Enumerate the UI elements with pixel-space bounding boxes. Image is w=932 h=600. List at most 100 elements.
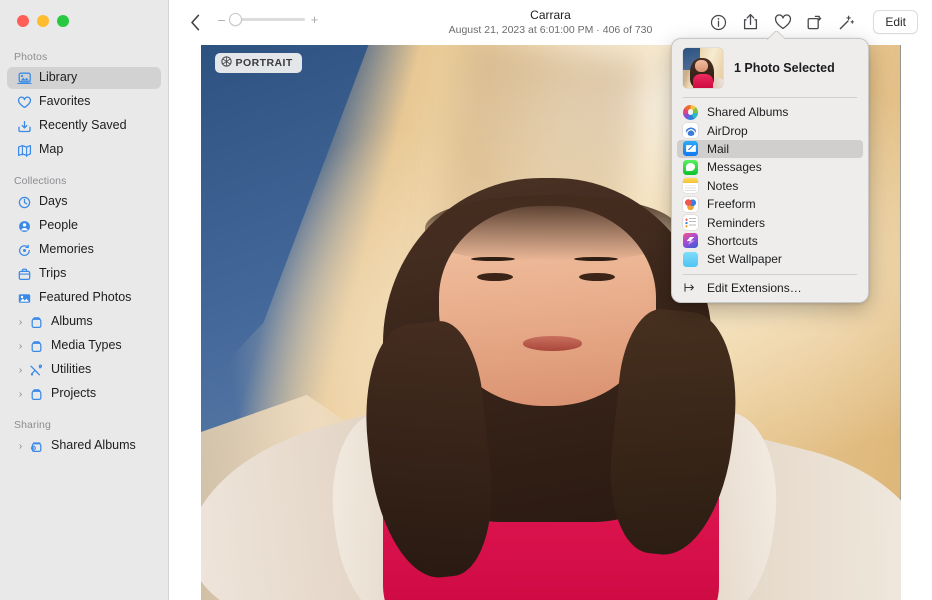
zoom-out-label[interactable]: – [217,13,226,26]
edit-button[interactable]: Edit [873,10,918,34]
zoom-in-label[interactable]: + [310,13,319,26]
sidebar-item-albums[interactable]: › Albums [7,311,161,333]
portrait-badge[interactable]: PORTRAIT [215,53,302,73]
share-item-mail[interactable]: Mail [677,140,863,158]
reminders-app-icon [683,215,698,230]
share-item-freeform[interactable]: Freeform [677,195,863,213]
sidebar-item-people[interactable]: People [7,215,161,237]
sidebar-section-header-photos: Photos [0,47,168,67]
heart-icon [14,94,34,110]
share-item-label: Messages [707,160,762,174]
zoom-slider[interactable]: – + [217,13,319,26]
sidebar-item-label: Featured Photos [39,291,131,305]
share-item-label: Shared Albums [707,105,788,119]
photos-app-window: Photos Library Favorites [0,0,932,600]
album-icon [26,314,46,330]
sidebar-item-label: Library [39,71,77,85]
sidebar-item-label: People [39,219,78,233]
share-popover[interactable]: 1 Photo Selected Shared Albums AirDrop M… [671,38,869,303]
share-item-label: Set Wallpaper [707,252,782,266]
sidebar-item-memories[interactable]: Memories [7,239,161,261]
suitcase-icon [14,266,34,282]
sidebar-item-label: Favorites [39,95,90,109]
photo-subject-right-eye [579,273,615,281]
featured-photos-icon [14,290,34,306]
aperture-icon [221,56,232,70]
sidebar-item-label: Trips [39,267,66,281]
sidebar-item-label: Recently Saved [39,119,127,133]
sidebar-item-featured-photos[interactable]: Featured Photos [7,287,161,309]
photo-subject-left-eye [477,273,513,281]
notes-app-icon [683,178,698,193]
utilities-icon [26,362,46,378]
extensions-icon [683,280,698,295]
portrait-badge-label: PORTRAIT [236,57,293,69]
sidebar-item-label: Media Types [51,339,122,353]
sidebar-item-favorites[interactable]: Favorites [7,91,161,113]
maximize-window-button[interactable] [57,15,69,27]
auto-enhance-button[interactable] [832,9,861,35]
shared-album-icon [26,438,46,454]
share-button[interactable] [736,9,765,35]
section-gap [0,407,168,419]
sidebar-item-utilities[interactable]: › Utilities [7,359,161,381]
sidebar-item-days[interactable]: Days [7,191,161,213]
sidebar-scroll-area[interactable]: Photos Library Favorites [0,47,168,600]
share-item-label: AirDrop [707,124,748,138]
airdrop-app-icon [683,123,698,138]
share-item-set-wallpaper[interactable]: Set Wallpaper [677,250,863,268]
sidebar-item-label: Utilities [51,363,91,377]
zoom-slider-track[interactable] [231,18,305,21]
album-icon [26,338,46,354]
sidebar: Photos Library Favorites [0,0,169,600]
share-item-label: Reminders [707,216,765,230]
toolbar-actions: Edit [704,9,918,35]
sidebar-item-projects[interactable]: › Projects [7,383,161,405]
sidebar-item-label: Projects [51,387,96,401]
back-button[interactable] [185,12,205,32]
share-target-list: Shared Albums AirDrop Mail Messages Note… [672,98,868,274]
popover-header: 1 Photo Selected [672,39,868,97]
sidebar-item-label: Memories [39,243,94,257]
section-gap [0,163,168,175]
share-item-label: Shortcuts [707,234,758,248]
set-wallpaper-icon [683,252,698,267]
share-item-label: Freeform [707,197,756,211]
share-item-messages[interactable]: Messages [677,158,863,176]
share-item-label: Notes [707,179,738,193]
share-item-notes[interactable]: Notes [677,177,863,195]
share-item-shared-albums[interactable]: Shared Albums [677,103,863,121]
sidebar-item-trips[interactable]: Trips [7,263,161,285]
sidebar-item-label: Days [39,195,67,209]
clock-icon [14,194,34,210]
share-item-airdrop[interactable]: AirDrop [677,121,863,139]
zoom-slider-knob[interactable] [229,13,242,26]
close-window-button[interactable] [17,15,29,27]
sidebar-section-header-collections: Collections [0,175,168,191]
sidebar-item-media-types[interactable]: › Media Types [7,335,161,357]
window-traffic-lights [17,15,69,27]
sidebar-item-label: Albums [51,315,93,329]
sidebar-section-header-sharing: Sharing [0,419,168,435]
library-icon [14,70,34,86]
share-item-label: Mail [707,142,729,156]
person-icon [14,218,34,234]
rotate-button[interactable] [800,9,829,35]
sidebar-item-shared-albums[interactable]: › Shared Albums [7,435,161,457]
map-icon [14,142,34,158]
share-item-shortcuts[interactable]: Shortcuts [677,232,863,250]
photo-subject-lips [523,336,583,350]
sidebar-item-library[interactable]: Library [7,67,161,89]
sidebar-item-map[interactable]: Map [7,139,161,161]
popover-footer: Edit Extensions… [672,275,868,302]
share-item-reminders[interactable]: Reminders [677,213,863,231]
messages-app-icon [683,160,698,175]
info-button[interactable] [704,9,733,35]
edit-extensions-item[interactable]: Edit Extensions… [677,279,863,297]
album-icon [26,386,46,402]
sidebar-item-recently-saved[interactable]: Recently Saved [7,115,161,137]
minimize-window-button[interactable] [37,15,49,27]
recently-saved-icon [14,118,34,134]
popover-title: 1 Photo Selected [734,61,835,75]
shortcuts-app-icon [683,233,698,248]
